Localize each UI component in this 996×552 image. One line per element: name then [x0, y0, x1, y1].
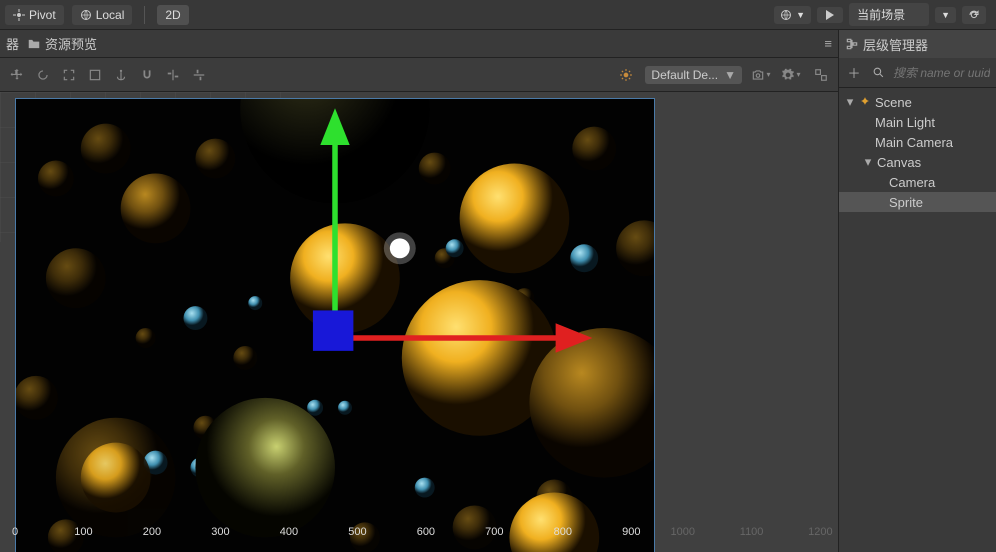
panel-icon: 器	[6, 34, 19, 53]
hierarchy-search-input[interactable]	[893, 66, 990, 80]
ruler-x: 0 100 200 300 400 500 600 700 800 900	[15, 526, 655, 546]
assets-menu-icon[interactable]: ≡	[824, 36, 832, 51]
mode-2d-button[interactable]: 2D	[157, 5, 188, 25]
lighting-icon[interactable]	[615, 64, 637, 86]
pivot-icon	[13, 9, 25, 21]
tool-snap[interactable]	[136, 64, 158, 86]
hierarchy-tree: ▾ Scene Main Light Main Camera ▾ Canvas	[839, 88, 996, 552]
tool-scale[interactable]	[58, 64, 80, 86]
tree-node-main-camera[interactable]: Main Camera	[839, 132, 996, 152]
assets-tab-preview[interactable]: 资源预览	[27, 34, 97, 53]
arrow-down-icon: ▾	[845, 94, 855, 110]
globe-icon	[780, 9, 792, 21]
hierarchy-panel: 层级管理器 ＋ ▾ Scene Main Light	[838, 30, 996, 552]
mode-2d-label: 2D	[165, 8, 180, 22]
hierarchy-title-label: 层级管理器	[863, 35, 928, 54]
tree-node-label: Main Light	[875, 115, 935, 130]
tool-align-h[interactable]	[162, 64, 184, 86]
play-button[interactable]	[817, 7, 843, 23]
arrow-down-icon: ▾	[863, 154, 873, 170]
pivot-button[interactable]: Pivot	[5, 5, 64, 25]
ruler-x-extra: 1000 1100 1200	[670, 526, 830, 546]
scene-icon	[859, 96, 871, 108]
tree-node-label: Main Camera	[875, 135, 953, 150]
tree-node-label: Canvas	[877, 155, 921, 170]
web-preview-button[interactable]: ▼	[774, 6, 811, 24]
tool-rect[interactable]	[84, 64, 106, 86]
tool-move[interactable]	[6, 64, 28, 86]
play-icon	[825, 10, 835, 20]
tool-rotate[interactable]	[32, 64, 54, 86]
tree-node-main-light[interactable]: Main Light	[839, 112, 996, 132]
tool-anchor[interactable]	[110, 64, 132, 86]
tree-node-label: Sprite	[889, 195, 923, 210]
camera-tool[interactable]: ▾	[750, 64, 772, 86]
tree-node-scene[interactable]: ▾ Scene	[839, 92, 996, 112]
add-node-button[interactable]: ＋	[845, 64, 863, 82]
hierarchy-title-bar: 层级管理器	[839, 30, 996, 58]
maximize-tool[interactable]	[810, 64, 832, 86]
lighting-dropdown-label: Default De...	[651, 68, 718, 82]
tree-node-canvas[interactable]: ▾ Canvas	[839, 152, 996, 172]
tree-node-label: Scene	[875, 95, 912, 110]
globe-icon	[80, 9, 92, 21]
local-button[interactable]: Local	[72, 5, 133, 25]
tree-node-camera[interactable]: Camera	[839, 172, 996, 192]
scene-toolbar: Default De... ▼ ▾ ▾	[0, 58, 838, 92]
top-toolbar: Pivot Local 2D ▼ 当前场景 ▼	[0, 0, 996, 30]
assets-tab-bar: 器 资源预览 ≡	[0, 30, 838, 58]
scene-canvas[interactable]: 0 100 200 300 400 500 600 700 800 900 10…	[0, 92, 838, 552]
hierarchy-icon	[845, 37, 859, 51]
pivot-label: Pivot	[29, 8, 56, 22]
refresh-icon	[968, 9, 980, 21]
scene-select-label: 当前场景	[857, 6, 905, 23]
tool-align-v[interactable]	[188, 64, 210, 86]
scene-select-button[interactable]: 当前场景	[849, 3, 929, 26]
refresh-button[interactable]	[962, 6, 986, 24]
assets-tab-label: 资源预览	[45, 34, 97, 53]
search-icon	[869, 64, 887, 82]
assets-tab-unknown[interactable]: 器	[6, 34, 19, 53]
settings-tool[interactable]: ▾	[780, 64, 802, 86]
tree-node-label: Camera	[889, 175, 935, 190]
lighting-dropdown[interactable]: Default De... ▼	[645, 66, 742, 84]
local-label: Local	[96, 8, 125, 22]
tree-node-sprite[interactable]: Sprite	[839, 192, 996, 212]
folder-icon	[27, 37, 41, 51]
scene-viewport[interactable]	[15, 98, 655, 552]
scene-select-caret[interactable]: ▼	[935, 7, 956, 23]
